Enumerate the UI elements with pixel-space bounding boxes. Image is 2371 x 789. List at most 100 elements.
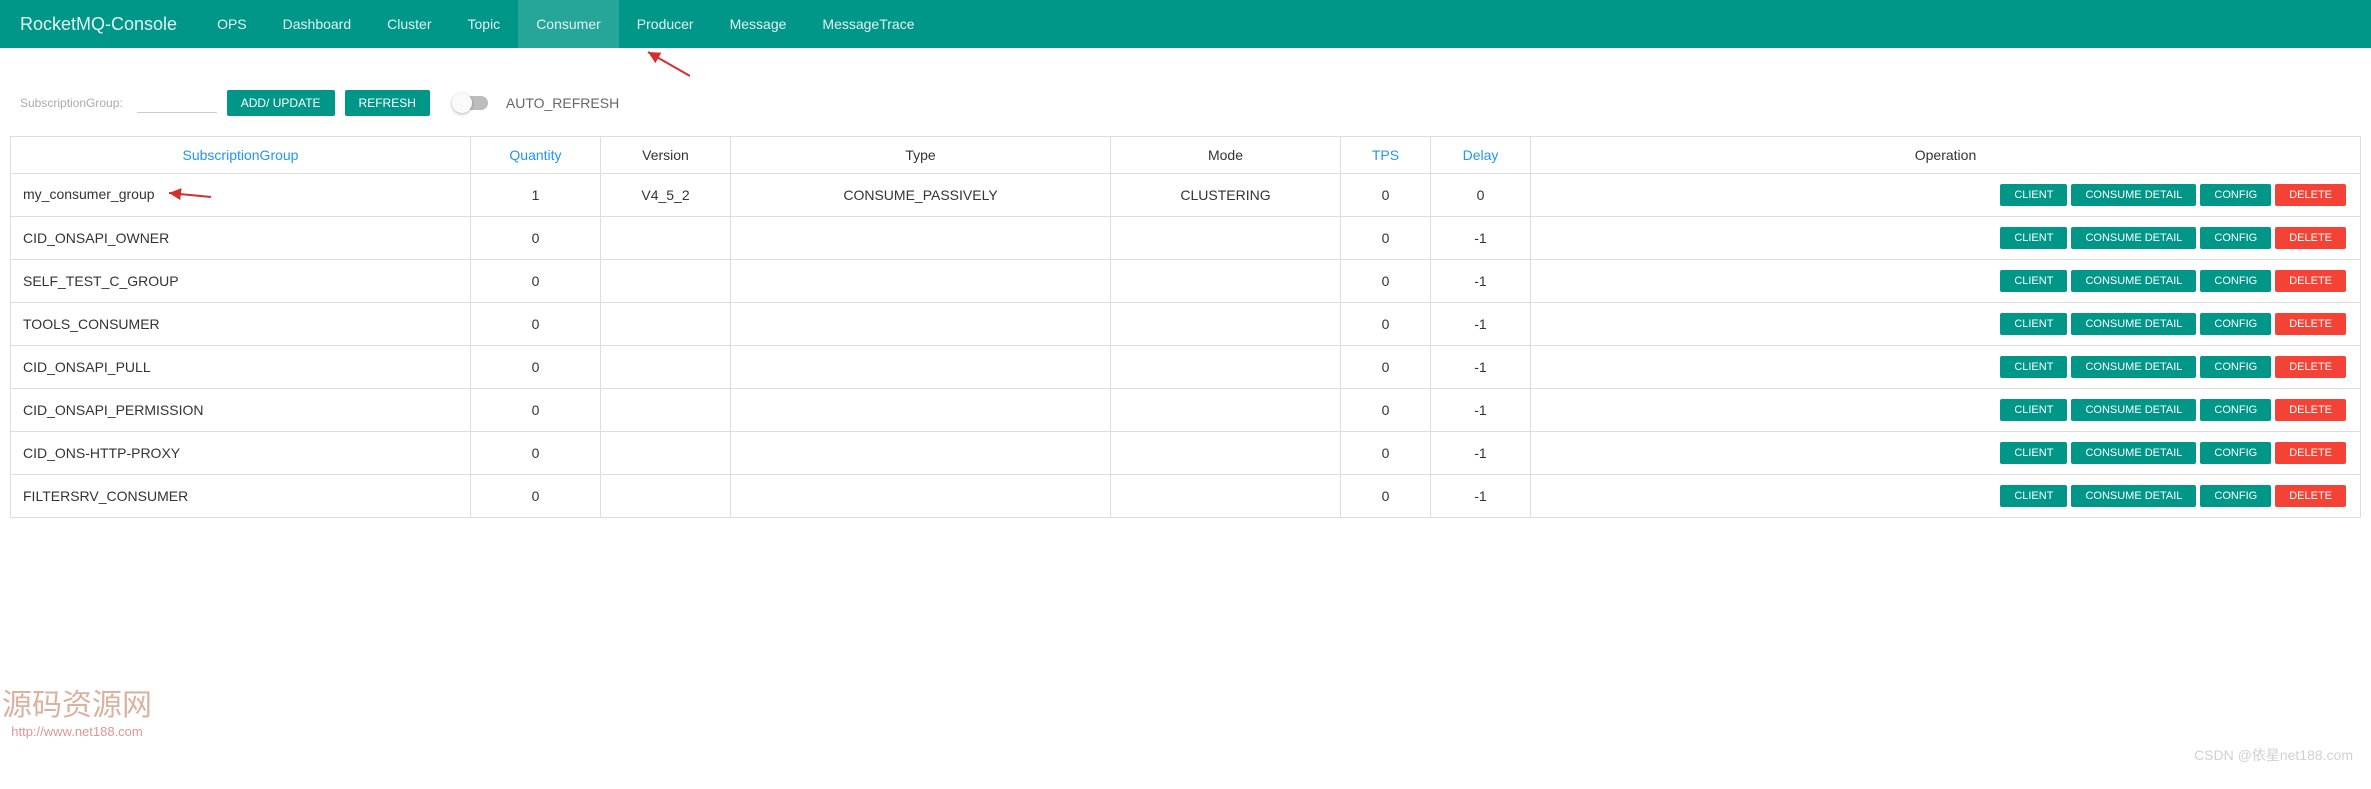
cell-tps: 0 [1341, 432, 1431, 475]
cell-version: V4_5_2 [601, 174, 731, 217]
client-button[interactable]: CLIENT [2000, 442, 2067, 464]
delete-button[interactable]: DELETE [2275, 227, 2346, 249]
cell-ops: CLIENTCONSUME DETAILCONFIGDELETE [1531, 432, 2361, 475]
cell-version [601, 260, 731, 303]
col-delay[interactable]: Delay [1431, 137, 1531, 174]
brand: RocketMQ-Console [20, 14, 177, 35]
cell-ops: CLIENTCONSUME DETAILCONFIGDELETE [1531, 303, 2361, 346]
cell-mode: CLUSTERING [1111, 174, 1341, 217]
filter-label: SubscriptionGroup: [20, 96, 123, 110]
nav-producer[interactable]: Producer [619, 0, 712, 48]
cell-tps: 0 [1341, 260, 1431, 303]
col-type: Type [731, 137, 1111, 174]
cell-type [731, 475, 1111, 518]
cell-quantity: 0 [471, 217, 601, 260]
cell-tps: 0 [1341, 217, 1431, 260]
delete-button[interactable]: DELETE [2275, 184, 2346, 206]
consume-detail-button[interactable]: CONSUME DETAIL [2071, 442, 2196, 464]
cell-quantity: 0 [471, 303, 601, 346]
delete-button[interactable]: DELETE [2275, 356, 2346, 378]
config-button[interactable]: CONFIG [2200, 356, 2271, 378]
cell-group: CID_ONS-HTTP-PROXY [11, 432, 471, 475]
table-header-row: SubscriptionGroup Quantity Version Type … [11, 137, 2361, 174]
cell-type [731, 303, 1111, 346]
nav-dashboard[interactable]: Dashboard [265, 0, 370, 48]
cell-group: CID_ONSAPI_OWNER [11, 217, 471, 260]
subscription-group-input[interactable] [137, 94, 217, 113]
cell-group: TOOLS_CONSUMER [11, 303, 471, 346]
consume-detail-button[interactable]: CONSUME DETAIL [2071, 184, 2196, 206]
consume-detail-button[interactable]: CONSUME DETAIL [2071, 270, 2196, 292]
cell-delay: -1 [1431, 346, 1531, 389]
cell-version [601, 432, 731, 475]
table-row: TOOLS_CONSUMER00-1CLIENTCONSUME DETAILCO… [11, 303, 2361, 346]
config-button[interactable]: CONFIG [2200, 442, 2271, 464]
cell-delay: -1 [1431, 260, 1531, 303]
config-button[interactable]: CONFIG [2200, 270, 2271, 292]
client-button[interactable]: CLIENT [2000, 313, 2067, 335]
cell-type [731, 346, 1111, 389]
cell-ops: CLIENTCONSUME DETAILCONFIGDELETE [1531, 389, 2361, 432]
cell-group: my_consumer_group [11, 174, 471, 217]
refresh-button[interactable]: REFRESH [345, 90, 430, 116]
cell-group: SELF_TEST_C_GROUP [11, 260, 471, 303]
delete-button[interactable]: DELETE [2275, 399, 2346, 421]
cell-delay: -1 [1431, 389, 1531, 432]
client-button[interactable]: CLIENT [2000, 270, 2067, 292]
client-button[interactable]: CLIENT [2000, 399, 2067, 421]
col-tps[interactable]: TPS [1341, 137, 1431, 174]
client-button[interactable]: CLIENT [2000, 485, 2067, 507]
client-button[interactable]: CLIENT [2000, 356, 2067, 378]
toolbar: SubscriptionGroup: ADD/ UPDATE REFRESH A… [0, 78, 2371, 136]
col-subscription-group[interactable]: SubscriptionGroup [11, 137, 471, 174]
cell-tps: 0 [1341, 303, 1431, 346]
cell-group: CID_ONSAPI_PULL [11, 346, 471, 389]
client-button[interactable]: CLIENT [2000, 227, 2067, 249]
consume-detail-button[interactable]: CONSUME DETAIL [2071, 227, 2196, 249]
config-button[interactable]: CONFIG [2200, 184, 2271, 206]
cell-type: CONSUME_PASSIVELY [731, 174, 1111, 217]
col-version: Version [601, 137, 731, 174]
cell-quantity: 0 [471, 389, 601, 432]
cell-quantity: 0 [471, 260, 601, 303]
config-button[interactable]: CONFIG [2200, 313, 2271, 335]
consume-detail-button[interactable]: CONSUME DETAIL [2071, 485, 2196, 507]
nav-topic[interactable]: Topic [450, 0, 519, 48]
delete-button[interactable]: DELETE [2275, 270, 2346, 292]
auto-refresh-label: AUTO_REFRESH [506, 95, 619, 111]
cell-tps: 0 [1341, 346, 1431, 389]
consume-detail-button[interactable]: CONSUME DETAIL [2071, 313, 2196, 335]
config-button[interactable]: CONFIG [2200, 485, 2271, 507]
cell-mode [1111, 389, 1341, 432]
config-button[interactable]: CONFIG [2200, 399, 2271, 421]
cell-ops: CLIENTCONSUME DETAILCONFIGDELETE [1531, 346, 2361, 389]
consume-detail-button[interactable]: CONSUME DETAIL [2071, 399, 2196, 421]
delete-button[interactable]: DELETE [2275, 313, 2346, 335]
cell-tps: 0 [1341, 174, 1431, 217]
cell-version [601, 303, 731, 346]
cell-type [731, 389, 1111, 432]
client-button[interactable]: CLIENT [2000, 184, 2067, 206]
delete-button[interactable]: DELETE [2275, 442, 2346, 464]
add-update-button[interactable]: ADD/ UPDATE [227, 90, 335, 116]
nav-message[interactable]: Message [712, 0, 805, 48]
cell-mode [1111, 475, 1341, 518]
cell-type [731, 260, 1111, 303]
nav-consumer[interactable]: Consumer [518, 0, 619, 48]
nav-items: OPSDashboardClusterTopicConsumerProducer… [199, 0, 932, 48]
col-quantity[interactable]: Quantity [471, 137, 601, 174]
delete-button[interactable]: DELETE [2275, 485, 2346, 507]
nav-ops[interactable]: OPS [199, 0, 265, 48]
cell-ops: CLIENTCONSUME DETAILCONFIGDELETE [1531, 475, 2361, 518]
nav-cluster[interactable]: Cluster [369, 0, 449, 48]
col-operation: Operation [1531, 137, 2361, 174]
cell-ops: CLIENTCONSUME DETAILCONFIGDELETE [1531, 217, 2361, 260]
col-mode: Mode [1111, 137, 1341, 174]
config-button[interactable]: CONFIG [2200, 227, 2271, 249]
cell-quantity: 0 [471, 346, 601, 389]
watermark-csdn: CSDN @依星net188.com [2194, 745, 2353, 765]
table-row: CID_ONSAPI_PERMISSION00-1CLIENTCONSUME D… [11, 389, 2361, 432]
nav-messagetrace[interactable]: MessageTrace [804, 0, 932, 48]
auto-refresh-toggle[interactable] [454, 96, 488, 110]
consume-detail-button[interactable]: CONSUME DETAIL [2071, 356, 2196, 378]
